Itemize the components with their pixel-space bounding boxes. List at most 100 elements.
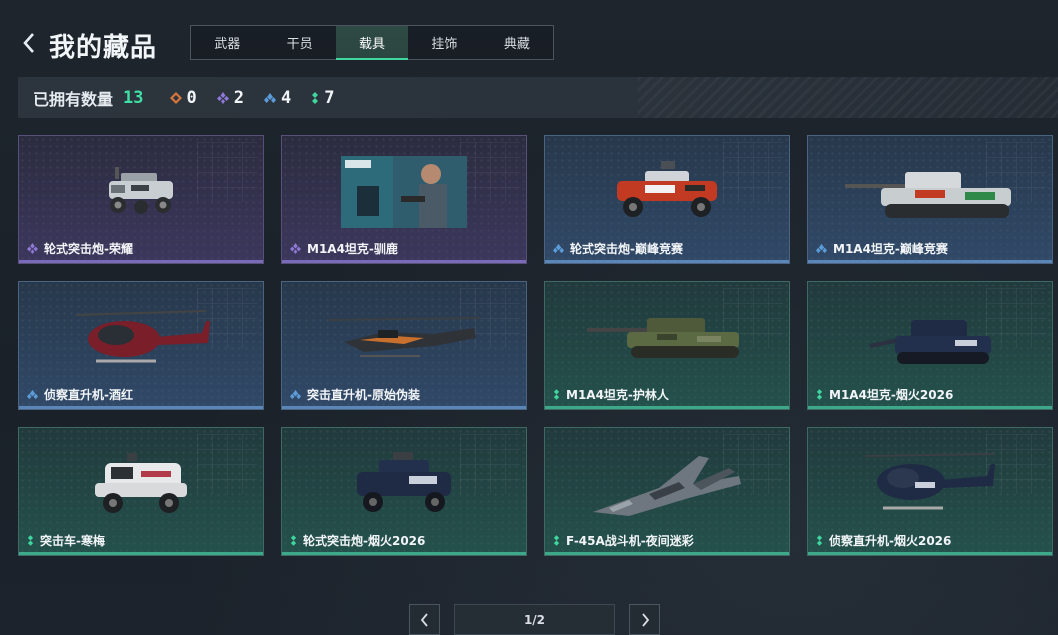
vehicle-label: M1A4坦克-护林人 [553,386,669,403]
vehicle-label: M1A4坦克-巅峰竞赛 [816,240,948,257]
tab-collection[interactable]: 典藏 [481,26,553,59]
vehicle-card[interactable]: 突击车-寒梅 [18,427,264,556]
stat-orange-value: 0 [186,87,197,108]
rarity-bar [808,260,1052,263]
blue-rarity-icon [264,92,276,103]
vehicle-image [282,294,526,382]
page-title: 我的藏品 [49,33,158,63]
vehicle-name: M1A4坦克-烟火2026 [829,388,954,402]
blue-rarity-icon [816,243,827,254]
tab-vehicles[interactable]: 载具 [335,26,409,60]
vehicle-name: 突击直升机-原始伪装 [307,388,420,402]
rarity-bar [545,552,789,555]
green-rarity-icon [312,91,319,104]
vehicle-card[interactable]: 轮式突击炮-巅峰竞赛 [544,135,790,264]
vehicle-image [545,148,789,236]
vehicle-label: 侦察直升机-酒红 [27,386,133,403]
chevron-left-icon [23,33,34,53]
tab-pendants[interactable]: 挂饰 [408,26,480,59]
rarity-bar [282,406,526,409]
vehicle-card[interactable]: M1A4坦克-巅峰竞赛 [807,135,1053,264]
rarity-bar [808,552,1052,555]
vehicle-label: F-45A战斗机-夜间迷彩 [553,532,694,549]
green-rarity-icon [816,389,823,400]
back-button[interactable] [16,28,42,58]
vehicle-name: M1A4坦克-巅峰竞赛 [833,242,948,256]
vehicle-name: 轮式突击炮-烟火2026 [303,534,426,548]
page-indicator: 1/2 [454,604,615,635]
rarity-bar [19,552,263,555]
vehicle-image [808,440,1052,528]
owned-stats-bar: 已拥有数量 13 0 2 4 7 [18,77,1058,118]
green-rarity-icon [553,535,560,546]
chevron-left-icon [420,612,428,627]
rarity-bar [19,260,263,263]
vehicle-card[interactable]: M1A4坦克-驯鹿 [281,135,527,264]
stat-blue: 4 [264,88,291,108]
vehicle-card[interactable]: 轮式突击炮-荣耀 [18,135,264,264]
vehicle-name: 侦察直升机-酒红 [44,388,133,402]
stat-orange: 0 [169,87,197,108]
owned-count-label: 已拥有数量 [33,89,114,109]
rarity-bar [545,260,789,263]
vehicle-image [282,148,526,236]
purple-rarity-icon [290,243,301,254]
purple-rarity-icon [27,243,38,254]
stat-green: 7 [311,87,335,108]
vehicle-image [19,440,263,528]
tab-weapons[interactable]: 武器 [191,26,263,59]
vehicle-name: 突击车-寒梅 [40,534,105,548]
rarity-bar [19,406,263,409]
orange-rarity-icon [169,91,182,104]
vehicle-image [282,440,526,528]
vehicle-name: F-45A战斗机-夜间迷彩 [566,534,694,548]
vehicle-label: 突击直升机-原始伪装 [290,386,420,403]
vehicle-image [545,440,789,528]
green-rarity-icon [816,535,823,546]
vehicle-label: 侦察直升机-烟火2026 [816,532,951,549]
vehicle-label: M1A4坦克-驯鹿 [290,240,398,257]
vehicle-card[interactable]: 轮式突击炮-烟火2026 [281,427,527,556]
vehicle-label: 轮式突击炮-荣耀 [27,240,133,257]
purple-rarity-icon [216,91,229,104]
green-rarity-icon [553,389,560,400]
vehicle-image [808,294,1052,382]
vehicle-label: 突击车-寒梅 [27,532,105,549]
vehicle-image [19,294,263,382]
stat-purple-value: 2 [233,87,244,108]
vehicle-image [808,148,1052,236]
owned-count-total: 13 [123,87,144,108]
rarity-bar [282,552,526,555]
vehicle-name: M1A4坦克-驯鹿 [307,242,398,256]
blue-rarity-icon [27,389,38,400]
prev-page-button[interactable] [409,604,440,635]
tab-operators[interactable]: 干员 [263,26,335,59]
stat-green-value: 7 [324,87,335,108]
stat-blue-value: 4 [281,87,292,108]
vehicle-card[interactable]: 侦察直升机-酒红 [18,281,264,410]
vehicle-card[interactable]: M1A4坦克-护林人 [544,281,790,410]
vehicle-name: 侦察直升机-烟火2026 [829,534,952,548]
vehicle-label: 轮式突击炮-烟火2026 [290,532,425,549]
vehicle-name: 轮式突击炮-荣耀 [44,242,133,256]
rarity-bar [808,406,1052,409]
vehicle-name: M1A4坦克-护林人 [566,388,669,402]
vehicle-image [545,294,789,382]
blue-rarity-icon [553,243,564,254]
stat-purple: 2 [216,87,244,108]
vehicle-label: 轮式突击炮-巅峰竞赛 [553,240,683,257]
vehicle-name: 轮式突击炮-巅峰竞赛 [570,242,683,256]
vehicle-card[interactable]: 突击直升机-原始伪装 [281,281,527,410]
category-tabs: 武器 干员 载具 挂饰 典藏 [190,25,554,60]
rarity-bar [282,260,526,263]
vehicle-card[interactable]: F-45A战斗机-夜间迷彩 [544,427,790,556]
rarity-bar [545,406,789,409]
vehicle-card[interactable]: 侦察直升机-烟火2026 [807,427,1053,556]
vehicle-grid: 轮式突击炮-荣耀 M1A4坦克-驯鹿 轮式突击炮-巅峰竞赛 M1A4坦克-巅峰竞… [18,135,1053,556]
green-rarity-icon [27,535,34,546]
green-rarity-icon [290,535,297,546]
blue-rarity-icon [290,389,301,400]
vehicle-card[interactable]: M1A4坦克-烟火2026 [807,281,1053,410]
next-page-button[interactable] [629,604,660,635]
chevron-right-icon [641,612,649,627]
